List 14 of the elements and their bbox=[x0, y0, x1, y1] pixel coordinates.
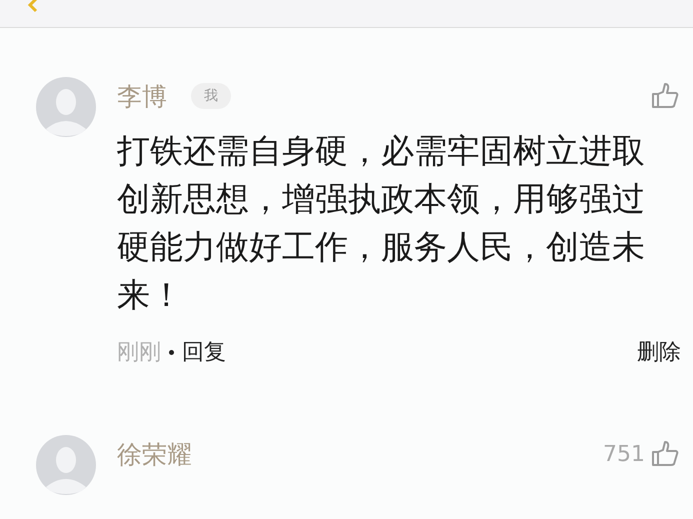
comment-time: 刚刚 bbox=[117, 339, 161, 367]
comment-text: 打铁还需自身硬，必需牢固树立进取创新思想，增强执政本领，用够强过硬能力做好工作，服务人民，创造未来！ bbox=[117, 130, 646, 316]
me-tag: 我 bbox=[191, 83, 231, 109]
like-icon[interactable] bbox=[651, 441, 679, 467]
delete-link[interactable]: 删除 bbox=[637, 337, 681, 367]
user-name: 徐荣耀 bbox=[117, 438, 192, 470]
avatar-icon bbox=[36, 435, 96, 495]
user-name: 李博 bbox=[117, 80, 167, 112]
reply-link[interactable]: 回复 bbox=[182, 337, 226, 367]
back-icon[interactable] bbox=[26, 0, 40, 13]
avatar-icon bbox=[36, 77, 96, 137]
separator-dot bbox=[169, 350, 174, 354]
like-icon[interactable] bbox=[651, 83, 679, 109]
like-count: 751 bbox=[603, 442, 645, 466]
